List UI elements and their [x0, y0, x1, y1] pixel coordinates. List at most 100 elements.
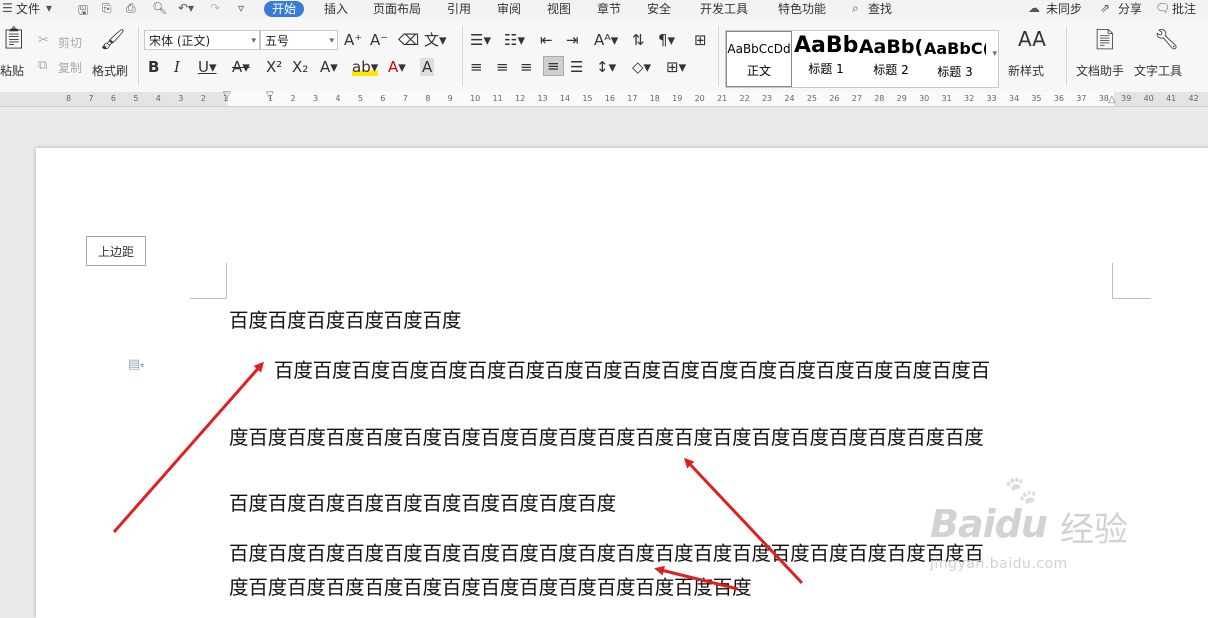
line-spacing-icon[interactable]: ↕▾: [596, 58, 616, 76]
font-size-select[interactable]: 五号 ▾: [260, 30, 338, 50]
customize-toolbar-icon[interactable]: ▿: [238, 1, 244, 15]
comment-button[interactable]: 批注: [1172, 1, 1196, 17]
sort-icon[interactable]: ⇅: [632, 31, 645, 49]
decrease-indent-icon[interactable]: ⇤: [540, 31, 553, 49]
style-heading-3[interactable]: AaBbC( 标题 3: [924, 31, 986, 87]
cut-icon[interactable]: ✂: [38, 32, 49, 50]
clear-format-icon[interactable]: ⌫: [398, 31, 419, 49]
search-icon: ⌕: [852, 1, 859, 15]
chevron-down-icon: ▾: [251, 36, 256, 46]
shading-icon[interactable]: ◇▾: [632, 58, 651, 76]
hanging-indent-marker[interactable]: ▽: [266, 90, 274, 101]
align-left-icon[interactable]: ≡: [470, 58, 483, 76]
tab-developer[interactable]: 开发工具: [700, 1, 748, 17]
italic-icon[interactable]: I: [174, 58, 180, 76]
paragraph-menu-icon[interactable]: ▤▾: [128, 357, 144, 372]
format-painter-icon[interactable]: 🖌︎: [100, 29, 125, 49]
font-color-icon[interactable]: A▾: [388, 58, 406, 76]
right-indent-marker[interactable]: △: [1108, 94, 1116, 105]
underline-icon[interactable]: U▾: [198, 58, 217, 76]
ruler-tick-label: 39: [1121, 94, 1132, 103]
doc-assistant-button[interactable]: 文档助手: [1076, 62, 1124, 79]
text-line-5[interactable]: 百度百度百度百度百度百度百度百度百度百度百度百度百度百度百度百度百度百度百度百: [229, 537, 984, 566]
text-line-2[interactable]: 百度百度百度百度百度百度百度百度百度百度百度百度百度百度百度百度百度百度百: [274, 354, 990, 383]
strikethrough-icon[interactable]: A▾: [232, 58, 250, 76]
font-name-value: 宋体 (正文): [149, 34, 211, 48]
tab-chapter[interactable]: 章节: [597, 1, 621, 17]
numbered-list-icon[interactable]: ☷▾: [504, 31, 525, 49]
highlight-icon[interactable]: ab▾: [352, 58, 379, 76]
ruler-tick-label: 3: [178, 94, 184, 103]
menu-icon[interactable]: ☰: [2, 1, 13, 15]
tab-security[interactable]: 安全: [647, 1, 671, 17]
char-shading-icon[interactable]: A: [420, 58, 435, 76]
new-style-button[interactable]: 新样式: [1008, 62, 1044, 79]
grow-font-icon[interactable]: A⁺: [344, 31, 362, 49]
bold-icon[interactable]: B: [148, 58, 159, 76]
wrench-icon[interactable]: 🔧︎: [1154, 29, 1179, 49]
justify-icon[interactable]: ≡: [543, 56, 564, 76]
font-name-select[interactable]: 宋体 (正文) ▾: [144, 30, 260, 50]
paste-icon[interactable]: 📋︎: [0, 28, 28, 50]
ruler-tick-label: 7: [88, 94, 94, 103]
horizontal-ruler[interactable]: 8 7 6 5 4 3 2 1 1 2 3 4 5 6 7 8 9 10 11 12 13 14 15 16 17 18 19 20 2…: [0, 90, 1208, 107]
new-style-icon[interactable]: AA: [1018, 29, 1046, 49]
text-line-1[interactable]: 百度百度百度百度百度百度: [229, 304, 461, 333]
tab-references[interactable]: 引用: [447, 1, 471, 17]
tab-special-features[interactable]: 特色功能: [778, 1, 826, 17]
print-icon[interactable]: ⎙: [126, 1, 136, 16]
superscript-icon[interactable]: X²: [266, 58, 282, 76]
copy-button[interactable]: 复制: [58, 59, 82, 76]
export-pdf-icon[interactable]: ⎘: [102, 1, 112, 16]
ruler-tick-label: 28: [874, 94, 885, 103]
share-button[interactable]: 分享: [1118, 1, 1142, 17]
text-effect-icon[interactable]: A▾: [320, 58, 338, 76]
watermark-brand: Baidu: [930, 502, 1048, 546]
tab-page-layout[interactable]: 页面布局: [373, 1, 421, 17]
ruler-tick-label: 40: [1143, 94, 1154, 103]
align-right-icon[interactable]: ≡: [520, 58, 533, 76]
ruler-tick-label: 34: [1008, 94, 1020, 103]
format-painter-button[interactable]: 格式刷: [92, 62, 128, 79]
bullet-list-icon[interactable]: ☰▾: [470, 31, 491, 49]
search-button[interactable]: 查找: [868, 1, 892, 17]
ruler-tick-label: 13: [537, 94, 548, 103]
text-tools-button[interactable]: 文字工具: [1134, 62, 1182, 79]
tab-view[interactable]: 视图: [547, 1, 571, 17]
ruler-tick-label: 9: [447, 94, 453, 103]
tab-review[interactable]: 审阅: [497, 1, 521, 17]
crop-mark: [226, 263, 227, 299]
tab-insert[interactable]: 插入: [324, 1, 348, 17]
gallery-more-icon[interactable]: ▾: [992, 49, 997, 59]
cut-button[interactable]: 剪切: [58, 34, 82, 51]
chevron-down-icon[interactable]: ▾: [46, 1, 52, 15]
text-line-4[interactable]: 百度百度百度百度百度百度百度百度百度百度: [229, 487, 616, 516]
show-marks-icon[interactable]: ¶▾: [658, 31, 675, 49]
style-normal[interactable]: AaBbCcDd 正文: [726, 31, 792, 87]
distribute-icon[interactable]: ☰: [570, 58, 583, 76]
increase-indent-icon[interactable]: ⇥: [566, 31, 579, 49]
ruler-tick-label: 37: [1076, 94, 1087, 103]
subscript-icon[interactable]: X₂: [292, 58, 308, 76]
table-grid-icon[interactable]: ⊞: [694, 31, 707, 49]
style-heading-1[interactable]: AaBb 标题 1: [794, 31, 858, 87]
align-center-icon[interactable]: ≡: [496, 58, 509, 76]
print-preview-icon[interactable]: 🔍︎: [152, 1, 167, 15]
style-heading-2[interactable]: AaBb( 标题 2: [858, 31, 924, 87]
text-line-6[interactable]: 度百度百度百度百度百度百度百度百度百度百度百度百度百度: [229, 571, 752, 600]
undo-icon[interactable]: ↶▾: [178, 1, 194, 15]
borders-icon[interactable]: ⊞▾: [666, 58, 686, 76]
text-line-3[interactable]: 度百度百度百度百度百度百度百度百度百度百度百度百度百度百度百度百度百度百度百度: [229, 421, 984, 450]
copy-icon[interactable]: ⧉: [38, 57, 47, 75]
sync-status[interactable]: 未同步: [1046, 1, 1082, 17]
change-case-icon[interactable]: Aᴬ▾: [594, 31, 618, 49]
ruler-tick-label: 2: [200, 94, 206, 103]
phonetic-guide-icon[interactable]: 文▾: [424, 31, 447, 49]
first-line-indent-marker[interactable]: ▽: [223, 90, 231, 101]
shrink-font-icon[interactable]: A⁻: [370, 31, 388, 49]
redo-icon[interactable]: ↷: [210, 1, 220, 15]
doc-assistant-icon[interactable]: 📄︎: [1092, 29, 1117, 49]
file-menu[interactable]: 文件: [16, 1, 40, 17]
paste-button[interactable]: 粘贴: [0, 62, 24, 79]
tab-home[interactable]: 开始: [264, 1, 305, 17]
